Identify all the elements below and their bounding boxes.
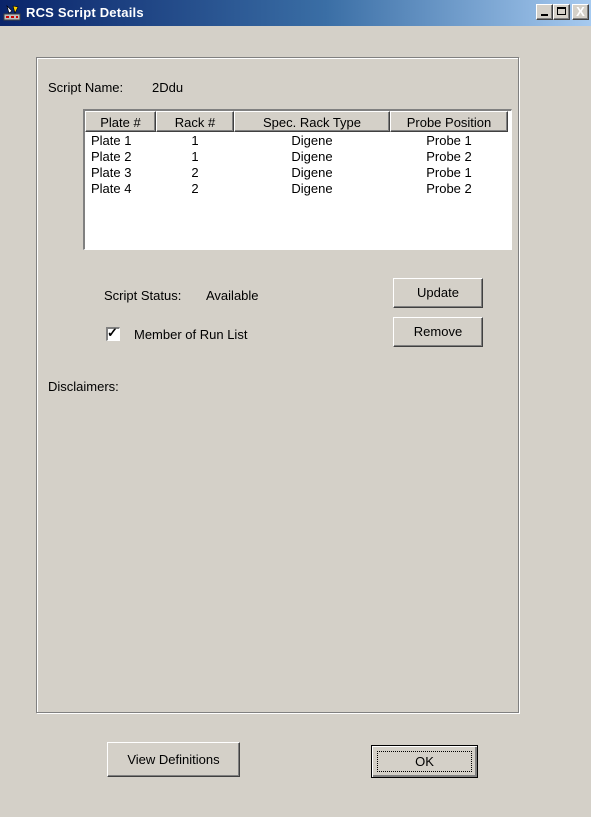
minimize-button[interactable] <box>536 4 553 20</box>
cell-spec-rack-type: Digene <box>291 165 333 180</box>
cell-rack: 2 <box>191 181 199 196</box>
minimize-icon <box>541 14 548 16</box>
title-bar[interactable]: RCS Script Details X <box>0 0 591 26</box>
update-button[interactable]: Update <box>393 278 483 308</box>
rcs-script-details-window: RCS Script Details X Script Name: 2Ddu P… <box>0 0 591 817</box>
cell-spec-rack-type: Digene <box>291 181 333 196</box>
list-header: Plate # Rack # Spec. Rack Type Probe Pos… <box>85 111 508 132</box>
cell-plate: Plate 3 <box>91 165 132 180</box>
cell-plate: Plate 1 <box>91 133 132 148</box>
maximize-button[interactable] <box>553 4 570 20</box>
disclaimers-label: Disclaimers: <box>48 379 119 394</box>
table-row[interactable]: Plate 1 1 Digene Probe 1 <box>85 133 508 149</box>
column-header-probe-position[interactable]: Probe Position <box>390 111 508 132</box>
close-icon: X <box>576 4 585 19</box>
window-title: RCS Script Details <box>26 5 144 20</box>
checkmark-icon: ✓ <box>107 325 118 340</box>
cell-rack: 1 <box>191 149 199 164</box>
column-header-spec-rack-type[interactable]: Spec. Rack Type <box>234 111 390 132</box>
cell-probe-position: Probe 2 <box>426 149 472 164</box>
remove-button[interactable]: Remove <box>393 317 483 347</box>
view-definitions-button[interactable]: View Definitions <box>107 742 240 777</box>
member-of-run-list-label[interactable]: Member of Run List <box>134 327 247 342</box>
cell-probe-position: Probe 1 <box>426 165 472 180</box>
script-status-value: Available <box>206 288 259 303</box>
member-of-run-list-checkbox[interactable]: ✓ <box>106 325 120 341</box>
plates-list[interactable]: Plate # Rack # Spec. Rack Type Probe Pos… <box>83 109 512 250</box>
focus-rect <box>377 751 472 772</box>
table-row[interactable]: Plate 4 2 Digene Probe 2 <box>85 181 508 197</box>
cell-spec-rack-type: Digene <box>291 133 333 148</box>
script-name-value: 2Ddu <box>152 80 184 95</box>
cell-plate: Plate 4 <box>91 181 132 196</box>
close-button[interactable]: X <box>572 4 589 20</box>
cell-rack: 1 <box>191 133 199 148</box>
column-header-plate[interactable]: Plate # <box>85 111 156 132</box>
cell-plate: Plate 2 <box>91 149 132 164</box>
table-row[interactable]: Plate 2 1 Digene Probe 2 <box>85 149 508 165</box>
cell-rack: 2 <box>191 165 199 180</box>
app-icon <box>3 4 21 21</box>
cell-probe-position: Probe 2 <box>426 181 472 196</box>
maximize-icon <box>557 7 566 15</box>
ok-button[interactable]: OK <box>371 745 478 778</box>
table-row[interactable]: Plate 3 2 Digene Probe 1 <box>85 165 508 181</box>
script-status-label: Script Status: <box>104 288 182 303</box>
column-header-rack[interactable]: Rack # <box>156 111 234 132</box>
script-name-label: Script Name: <box>48 80 124 95</box>
cell-spec-rack-type: Digene <box>291 149 333 164</box>
cell-probe-position: Probe 1 <box>426 133 472 148</box>
